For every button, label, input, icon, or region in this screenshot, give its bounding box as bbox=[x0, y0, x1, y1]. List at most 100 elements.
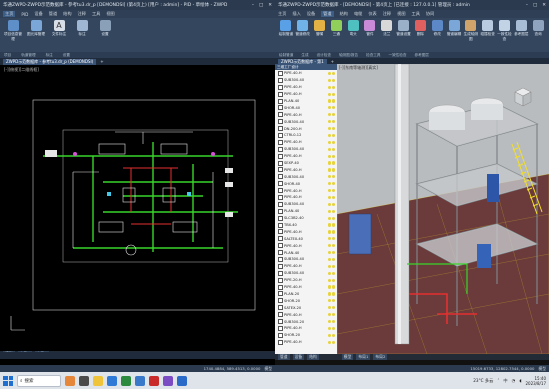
pipe-settings-button[interactable]: 管道设置 bbox=[396, 20, 412, 50]
bulb-icon[interactable] bbox=[331, 195, 335, 200]
bulb-icon[interactable] bbox=[327, 154, 331, 158]
bulb-icon[interactable] bbox=[331, 230, 335, 234]
zwcad-app-icon[interactable] bbox=[177, 375, 187, 386]
tree-checkbox[interactable] bbox=[278, 215, 283, 221]
menu-item-insert[interactable]: 插入 bbox=[292, 11, 300, 17]
tree-item[interactable]: CTRL0-12 bbox=[275, 132, 337, 139]
volume-icon[interactable]: ◖ bbox=[519, 378, 521, 383]
bulb-icon[interactable] bbox=[327, 333, 331, 337]
3d-model-viewport[interactable]: [-][东南等轴测][真实] bbox=[337, 64, 549, 354]
modify-pipe-button[interactable]: 管道修改 bbox=[295, 20, 311, 50]
close-icon[interactable]: ✕ bbox=[542, 3, 546, 8]
tree-item[interactable]: PIPE-40-H bbox=[275, 325, 337, 332]
tree-checkbox[interactable] bbox=[278, 339, 283, 345]
tree-checkbox[interactable] bbox=[278, 332, 283, 338]
settings-button[interactable]: 设置 bbox=[95, 20, 115, 50]
taskbar-search[interactable]: ⌕ 搜索 bbox=[17, 374, 61, 387]
bulb-icon[interactable] bbox=[327, 161, 331, 165]
tree-item[interactable]: PIPE-40-H bbox=[275, 284, 337, 291]
tree-checkbox[interactable] bbox=[278, 201, 283, 207]
bulb-icon[interactable] bbox=[331, 120, 335, 124]
bulb-icon[interactable] bbox=[327, 120, 331, 124]
tree-item[interactable]: PLAN-40 bbox=[275, 98, 337, 105]
symbol-library-button[interactable]: 图元库管理 bbox=[26, 20, 46, 50]
menu-item-instrument[interactable]: 仪表 bbox=[368, 11, 376, 17]
bulb-icon[interactable] bbox=[327, 92, 331, 96]
tree-item[interactable]: TBX-40 bbox=[275, 222, 337, 229]
bulb-icon[interactable] bbox=[327, 71, 331, 76]
bulb-icon[interactable] bbox=[331, 285, 335, 289]
tree-item[interactable]: PIPE-40-H bbox=[275, 153, 337, 160]
bulb-icon[interactable] bbox=[327, 168, 331, 172]
tree-item[interactable]: SHOR-40 bbox=[275, 180, 337, 187]
bulb-icon[interactable] bbox=[327, 278, 331, 282]
bulb-icon[interactable] bbox=[331, 333, 335, 337]
model-space-indicator[interactable]: 模型 bbox=[264, 366, 272, 372]
bulb-icon[interactable] bbox=[331, 271, 335, 275]
model-space-indicator[interactable]: 模型 bbox=[538, 366, 546, 372]
layout-tab-2[interactable]: 布局2 bbox=[373, 354, 388, 360]
menu-item-tools[interactable]: 工具 bbox=[412, 11, 420, 17]
bulb-icon[interactable] bbox=[327, 99, 331, 103]
menu-item-equipment[interactable]: 设备 bbox=[307, 11, 315, 17]
tree-checkbox[interactable] bbox=[278, 139, 283, 145]
maximize-icon[interactable]: □ bbox=[259, 3, 263, 8]
tree-checkbox[interactable] bbox=[278, 222, 283, 228]
bulb-icon[interactable] bbox=[327, 182, 331, 186]
tree-item[interactable]: PIPE-40-H bbox=[275, 339, 337, 346]
tree-checkbox[interactable] bbox=[278, 243, 283, 249]
menu-item-home[interactable]: 主页 bbox=[278, 11, 286, 17]
tree-checkbox[interactable] bbox=[278, 298, 283, 304]
tree-checkbox[interactable] bbox=[278, 174, 283, 180]
bulb-icon[interactable] bbox=[331, 244, 335, 248]
tree-item[interactable]: PIPE-40-H bbox=[275, 263, 337, 270]
bulb-icon[interactable] bbox=[327, 237, 331, 241]
elbow-button[interactable]: 弯头 bbox=[345, 20, 361, 50]
bulb-icon[interactable] bbox=[331, 340, 335, 344]
tree-checkbox[interactable] bbox=[278, 250, 283, 256]
weather-status[interactable]: 23°C 多云 bbox=[473, 378, 493, 384]
tree-checkbox[interactable] bbox=[278, 181, 283, 187]
tree-checkbox[interactable] bbox=[278, 229, 283, 235]
menu-item-collab[interactable]: 协同 bbox=[426, 11, 434, 17]
tree-item[interactable]: PIPE-40-H bbox=[275, 228, 337, 235]
text-annotate-button[interactable]: A 文件标注 bbox=[49, 20, 69, 50]
tree-item[interactable]: SUB300-40 bbox=[275, 256, 337, 263]
tree-checkbox[interactable] bbox=[278, 270, 283, 276]
tree-checkbox[interactable] bbox=[278, 305, 283, 311]
tree-item[interactable]: PIPE-40-H bbox=[275, 70, 337, 77]
clock[interactable]: 15:40 2023/8/17 bbox=[525, 376, 546, 386]
tree-checkbox[interactable] bbox=[278, 188, 283, 194]
tree-item[interactable]: PIPE-40-H bbox=[275, 311, 337, 318]
bulb-icon[interactable] bbox=[327, 106, 331, 110]
tree-checkbox[interactable] bbox=[278, 312, 283, 318]
tree-tab-pipe[interactable]: 管道 bbox=[278, 354, 290, 360]
bulb-icon[interactable] bbox=[331, 313, 335, 317]
pid-drawing-canvas[interactable] bbox=[3, 72, 272, 340]
maximize-icon[interactable]: □ bbox=[533, 3, 537, 8]
tree-item[interactable]: PIPE-20-H bbox=[275, 277, 337, 284]
bulb-icon[interactable] bbox=[327, 313, 331, 317]
bulb-icon[interactable] bbox=[327, 140, 331, 144]
layout-tab-1[interactable]: 布局1 bbox=[356, 354, 371, 360]
tree-checkbox[interactable] bbox=[278, 208, 283, 214]
menu-item-pid[interactable]: PID bbox=[21, 12, 28, 17]
bulb-icon[interactable] bbox=[327, 244, 331, 248]
clash-check-button[interactable]: 碰撞检查 bbox=[480, 20, 496, 50]
bulb-icon[interactable] bbox=[331, 71, 335, 76]
tree-checkbox[interactable] bbox=[278, 98, 283, 104]
flange-button[interactable]: 法兰 bbox=[379, 20, 395, 50]
tree-item[interactable]: PIPE-40-H bbox=[275, 84, 337, 91]
ime-indicator[interactable]: 中 bbox=[503, 378, 507, 384]
menu-item-view[interactable]: 视图 bbox=[106, 11, 114, 17]
tree-checkbox[interactable] bbox=[278, 284, 283, 290]
bulb-icon[interactable] bbox=[331, 106, 335, 110]
bulb-icon[interactable] bbox=[331, 168, 335, 172]
tree-checkbox[interactable] bbox=[278, 325, 283, 331]
bulb-icon[interactable] bbox=[327, 264, 331, 268]
tee-button[interactable]: 三通 bbox=[328, 20, 344, 50]
delete-button[interactable]: 删除 bbox=[413, 20, 429, 50]
widgets-icon[interactable] bbox=[65, 375, 75, 386]
tree-item[interactable]: PIPE-40-H bbox=[275, 166, 337, 173]
tag-button[interactable]: 标注 bbox=[72, 20, 92, 50]
